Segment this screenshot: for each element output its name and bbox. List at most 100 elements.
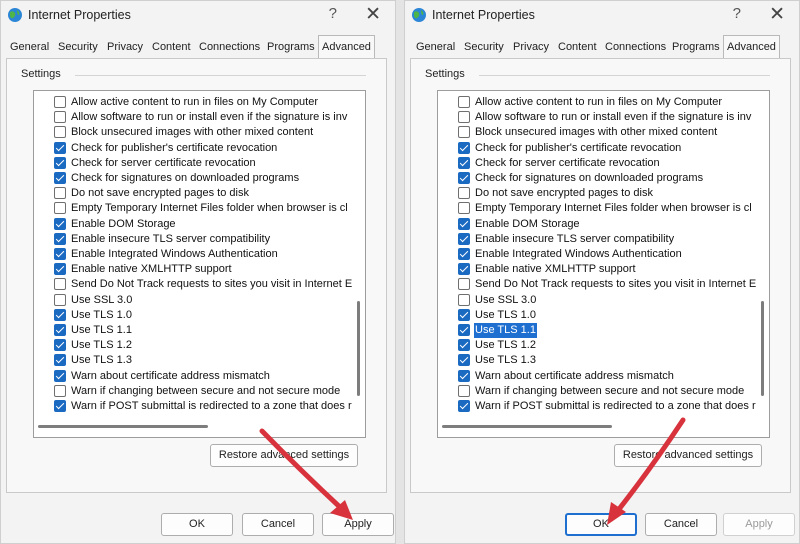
help-button[interactable]: ? — [329, 5, 337, 22]
cancel-button[interactable]: Cancel — [645, 513, 717, 536]
close-button[interactable]: ✕ — [365, 3, 381, 26]
settings-list[interactable]: Allow active content to run in files on … — [437, 90, 770, 438]
checkbox-checked[interactable] — [54, 369, 66, 382]
settings-row[interactable]: Use TLS 1.0 — [438, 308, 753, 323]
settings-row[interactable]: Allow active content to run in files on … — [34, 95, 349, 110]
settings-row[interactable]: Use TLS 1.1 — [438, 323, 753, 338]
horizontal-scroll-thumb[interactable] — [442, 425, 612, 428]
checkbox-unchecked[interactable] — [458, 126, 470, 139]
settings-row[interactable]: Do not save encrypted pages to disk — [34, 186, 349, 201]
vertical-scrollbar[interactable] — [753, 91, 769, 437]
checkbox-unchecked[interactable] — [458, 278, 470, 291]
tab-advanced[interactable]: Advanced — [723, 35, 780, 59]
tab-programs[interactable]: Programs — [669, 39, 723, 57]
settings-row[interactable]: Send Do Not Track requests to sites you … — [34, 277, 352, 292]
checkbox-unchecked[interactable] — [458, 384, 470, 397]
settings-row[interactable]: Check for publisher's certificate revoca… — [438, 141, 753, 156]
tab-connections[interactable]: Connections — [602, 39, 669, 57]
settings-row[interactable]: Use TLS 1.2 — [438, 338, 753, 353]
settings-row[interactable]: Enable Integrated Windows Authentication — [34, 247, 349, 262]
settings-row[interactable]: Warn if POST submittal is redirected to … — [34, 399, 352, 414]
settings-row[interactable]: Use TLS 1.3 — [438, 353, 753, 368]
settings-row[interactable]: Warn if changing between secure and not … — [438, 384, 753, 399]
tab-programs[interactable]: Programs — [264, 39, 318, 57]
checkbox-unchecked[interactable] — [54, 202, 66, 215]
checkbox-checked[interactable] — [54, 263, 66, 276]
tab-general[interactable]: General — [413, 39, 458, 57]
settings-row[interactable]: Enable insecure TLS server compatibility — [34, 232, 349, 247]
checkbox-checked[interactable] — [458, 369, 470, 382]
checkbox-unchecked[interactable] — [54, 187, 66, 200]
checkbox-unchecked[interactable] — [54, 96, 66, 108]
vertical-scrollbar[interactable] — [349, 91, 365, 437]
checkbox-unchecked[interactable] — [54, 293, 66, 306]
checkbox-checked[interactable] — [458, 248, 470, 260]
settings-row[interactable]: Use TLS 1.1 — [34, 323, 349, 338]
vertical-scroll-thumb[interactable] — [761, 301, 764, 396]
tab-privacy[interactable]: Privacy — [510, 39, 552, 57]
settings-row[interactable]: Use SSL 3.0 — [438, 293, 753, 308]
settings-row[interactable]: Empty Temporary Internet Files folder wh… — [34, 201, 349, 216]
checkbox-unchecked[interactable] — [54, 278, 66, 291]
checkbox-unchecked[interactable] — [54, 384, 66, 397]
restore-advanced-settings-button[interactable]: Restore advanced settings — [210, 444, 358, 467]
settings-row[interactable]: Check for signatures on downloaded progr… — [34, 171, 349, 186]
checkbox-checked[interactable] — [54, 217, 66, 230]
checkbox-checked[interactable] — [54, 354, 66, 367]
settings-row[interactable]: Enable native XMLHTTP support — [438, 262, 753, 277]
checkbox-checked[interactable] — [458, 354, 470, 367]
checkbox-checked[interactable] — [458, 156, 470, 169]
checkbox-checked[interactable] — [54, 232, 66, 245]
tab-security[interactable]: Security — [461, 39, 507, 57]
settings-row[interactable]: Use TLS 1.2 — [34, 338, 349, 353]
restore-advanced-settings-button[interactable]: Restore advanced settings — [614, 444, 762, 467]
settings-row[interactable]: Allow active content to run in files on … — [438, 95, 753, 110]
checkbox-checked[interactable] — [54, 400, 66, 412]
settings-row[interactable]: Use TLS 1.3 — [34, 353, 349, 368]
settings-row[interactable]: Send Do Not Track requests to sites you … — [438, 277, 756, 292]
help-button[interactable]: ? — [733, 5, 741, 22]
checkbox-unchecked[interactable] — [54, 126, 66, 139]
checkbox-checked[interactable] — [54, 141, 66, 154]
checkbox-unchecked[interactable] — [458, 111, 470, 124]
checkbox-unchecked[interactable] — [54, 111, 66, 124]
settings-list[interactable]: Allow active content to run in files on … — [33, 90, 366, 438]
settings-row[interactable]: Warn if POST submittal is redirected to … — [438, 399, 756, 414]
settings-row[interactable]: Enable insecure TLS server compatibility — [438, 232, 753, 247]
settings-row[interactable]: Enable Integrated Windows Authentication — [438, 247, 753, 262]
checkbox-checked[interactable] — [54, 156, 66, 169]
settings-row[interactable]: Empty Temporary Internet Files folder wh… — [438, 201, 753, 216]
settings-row[interactable]: Enable native XMLHTTP support — [34, 262, 349, 277]
tab-privacy[interactable]: Privacy — [104, 39, 146, 57]
settings-row[interactable]: Use TLS 1.0 — [34, 308, 349, 323]
checkbox-unchecked[interactable] — [458, 202, 470, 215]
settings-row[interactable]: Allow software to run or install even if… — [438, 110, 753, 125]
horizontal-scroll-thumb[interactable] — [38, 425, 208, 428]
checkbox-checked[interactable] — [458, 217, 470, 230]
checkbox-checked[interactable] — [54, 308, 66, 321]
checkbox-checked[interactable] — [54, 324, 66, 336]
ok-button[interactable]: OK — [161, 513, 233, 536]
settings-row[interactable]: Check for server certificate revocation — [438, 156, 753, 171]
checkbox-checked[interactable] — [458, 400, 470, 412]
settings-row[interactable]: Check for server certificate revocation — [34, 156, 349, 171]
settings-row[interactable]: Enable DOM Storage — [438, 217, 753, 232]
tab-content[interactable]: Content — [555, 39, 600, 57]
settings-row[interactable]: Allow software to run or install even if… — [34, 110, 349, 125]
checkbox-checked[interactable] — [458, 308, 470, 321]
checkbox-checked[interactable] — [54, 339, 66, 352]
checkbox-checked[interactable] — [458, 172, 470, 184]
settings-row[interactable]: Block unsecured images with other mixed … — [34, 125, 349, 140]
tab-advanced[interactable]: Advanced — [318, 35, 375, 59]
checkbox-checked[interactable] — [458, 324, 470, 336]
cancel-button[interactable]: Cancel — [242, 513, 314, 536]
settings-row[interactable]: Check for publisher's certificate revoca… — [34, 141, 349, 156]
settings-row[interactable]: Warn about certificate address mismatch — [438, 369, 753, 384]
checkbox-checked[interactable] — [458, 339, 470, 352]
settings-row[interactable]: Do not save encrypted pages to disk — [438, 186, 753, 201]
settings-row[interactable]: Use SSL 3.0 — [34, 293, 349, 308]
tab-connections[interactable]: Connections — [196, 39, 263, 57]
tab-content[interactable]: Content — [149, 39, 194, 57]
settings-row[interactable]: Warn about certificate address mismatch — [34, 369, 349, 384]
checkbox-checked[interactable] — [458, 263, 470, 276]
